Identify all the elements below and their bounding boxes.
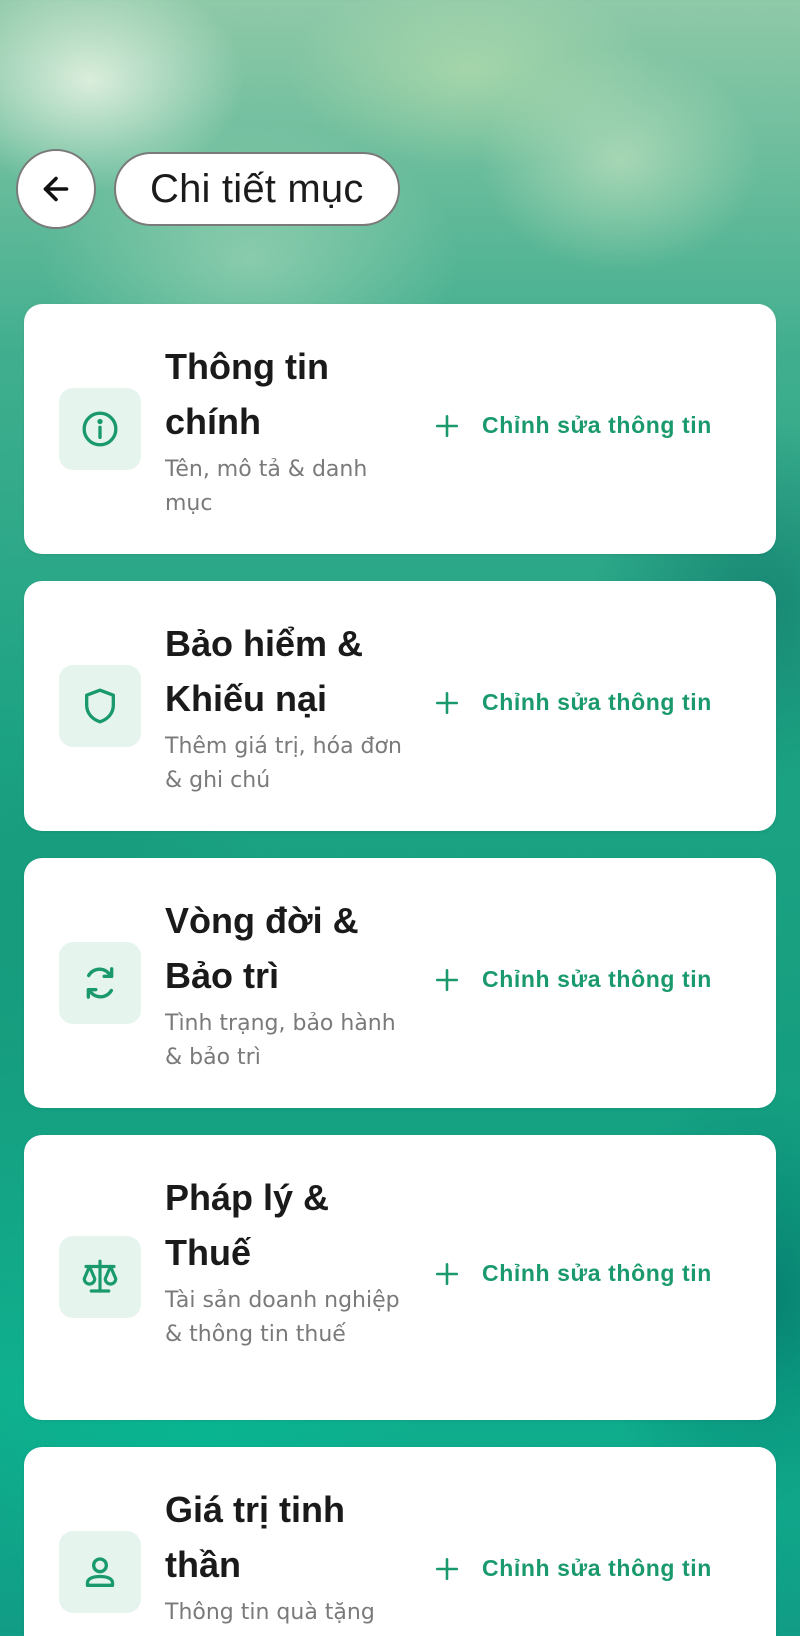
section-icon-tile [59,1236,141,1318]
plus-icon [435,1557,459,1580]
edit-info-button[interactable]: Chỉnh sửa thông tin [434,1260,712,1287]
section-text: Giá trị tinh thần Thông tin quà tặng [165,1482,415,1630]
arrow-left-icon [43,176,69,202]
page-title: Chi tiết mục [150,166,364,211]
section-title: Giá trị tinh thần [165,1489,345,1585]
section-icon-tile [59,1531,141,1613]
section-text: Vòng đời & Bảo trì Tình trạng, bảo hành … [165,893,415,1075]
section-title: Thông tin chính [165,346,329,442]
section-text: Bảo hiểm & Khiếu nại Thêm giá trị, hóa đ… [165,616,415,798]
section-title: Vòng đời & Bảo trì [165,900,359,996]
scale-icon [82,1259,118,1293]
info-icon [82,411,118,447]
section-text: Pháp lý & Thuế Tài sản doanh nghiệp & th… [165,1170,415,1352]
section-subtitle: Tên, mô tả & danh mục [165,457,368,516]
person-icon [85,1557,115,1587]
section-title: Bảo hiểm & Khiếu nại [165,623,364,719]
edit-info-button[interactable]: Chỉnh sửa thông tin [434,1555,712,1582]
section-subtitle: Thêm giá trị, hóa đơn & ghi chú [165,734,402,793]
plus-icon [435,968,459,991]
section-card-legal-tax[interactable]: Pháp lý & Thuế Tài sản doanh nghiệp & th… [24,1135,776,1420]
section-subtitle: Thông tin quà tặng [165,1600,375,1625]
page-title-pill: Chi tiết mục [114,152,400,226]
section-text: Thông tin chính Tên, mô tả & danh mục [165,339,415,521]
shield-icon [85,688,116,724]
section-icon-tile [59,942,141,1024]
section-card-main-info[interactable]: Thông tin chính Tên, mô tả & danh mục Ch… [24,304,776,554]
section-icon-tile [59,388,141,470]
edit-info-button[interactable]: Chỉnh sửa thông tin [434,412,712,439]
edit-info-button[interactable]: Chỉnh sửa thông tin [434,689,712,716]
plus-icon [435,691,459,714]
section-title: Pháp lý & Thuế [165,1177,330,1273]
back-button[interactable] [16,149,96,229]
plus-icon [435,1262,459,1285]
section-card-lifecycle[interactable]: Vòng đời & Bảo trì Tình trạng, bảo hành … [24,858,776,1108]
section-icon-tile [59,665,141,747]
top-bar: Chi tiết mục [16,149,400,229]
section-card-sentimental-value[interactable]: Giá trị tinh thần Thông tin quà tặng Chỉ… [24,1447,776,1636]
edit-info-button[interactable]: Chỉnh sửa thông tin [434,966,712,993]
refresh-icon [86,967,114,999]
section-subtitle: Tài sản doanh nghiệp & thông tin thuế [165,1288,400,1347]
plus-icon [435,414,459,437]
section-card-insurance[interactable]: Bảo hiểm & Khiếu nại Thêm giá trị, hóa đ… [24,581,776,831]
section-subtitle: Tình trạng, bảo hành & bảo trì [165,1011,396,1070]
